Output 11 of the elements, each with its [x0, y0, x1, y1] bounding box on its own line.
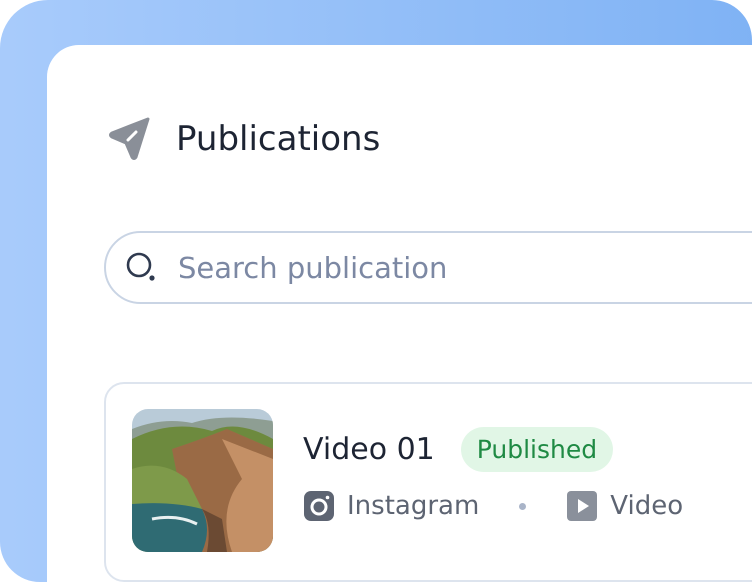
publication-title: Video 01	[303, 432, 435, 467]
send-icon	[108, 117, 152, 161]
play-icon	[566, 490, 598, 522]
publication-card[interactable]: Video 01 Published Instagram Video	[104, 382, 752, 582]
camera-icon	[303, 490, 335, 522]
separator-dot	[519, 502, 526, 510]
platform-label: Instagram	[347, 491, 480, 521]
type-label: Video	[610, 491, 684, 521]
status-badge: Published	[460, 427, 614, 472]
search-field[interactable]: Search publication	[104, 231, 752, 304]
page-title: Publications	[176, 119, 380, 159]
